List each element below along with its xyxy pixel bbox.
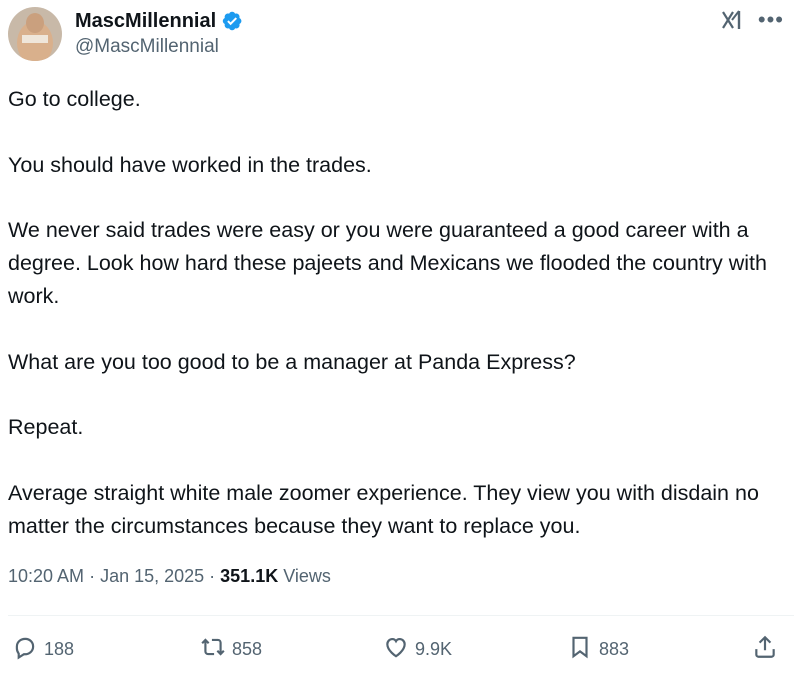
- bookmark-icon: [567, 634, 593, 665]
- meta-separator: ·: [84, 566, 101, 586]
- tweet-meta: 10:20 AM · Jan 15, 2025 · 351.1K Views: [8, 566, 331, 587]
- tweet-paragraph: Repeat.: [8, 415, 84, 439]
- avatar[interactable]: [8, 7, 62, 61]
- user-handle[interactable]: @MascMillennial: [75, 36, 243, 58]
- tweet-paragraph: Go to college.: [8, 87, 141, 111]
- action-bar: 188 858 9.9K 883: [0, 634, 802, 662]
- like-count: 9.9K: [415, 639, 453, 659]
- divider: [8, 615, 794, 616]
- grok-icon[interactable]: [720, 8, 744, 37]
- top-actions: •••: [720, 8, 784, 37]
- display-name[interactable]: MascMillennial: [75, 10, 216, 33]
- tweet-paragraph: What are you too good to be a manager at…: [8, 349, 576, 374]
- tweet-date[interactable]: Jan 15, 2025: [100, 566, 204, 587]
- tweet-paragraph: Average straight white male zoomer exper…: [8, 480, 759, 538]
- repost-button[interactable]: 858: [200, 634, 262, 665]
- tweet-paragraph: We never said trades were easy or you we…: [8, 218, 767, 308]
- meta-separator: ·: [204, 566, 221, 586]
- more-icon[interactable]: •••: [758, 8, 784, 31]
- tweet-text: Go to college. You should have worked in…: [8, 83, 788, 575]
- heart-icon: [383, 634, 409, 665]
- author-info: MascMillennial @MascMillennial: [75, 8, 243, 58]
- tweet-paragraph: You should have worked in the trades.: [8, 152, 372, 177]
- reply-button[interactable]: 188: [12, 634, 74, 665]
- bookmark-count: 883: [599, 639, 630, 659]
- repost-icon: [200, 634, 226, 665]
- views-label: Views: [283, 566, 331, 586]
- reply-count: 188: [44, 639, 75, 659]
- bookmark-button[interactable]: 883: [567, 634, 629, 665]
- tweet-time[interactable]: 10:20 AM: [8, 566, 84, 587]
- share-button[interactable]: [752, 634, 778, 665]
- share-icon: [752, 634, 778, 665]
- like-button[interactable]: 9.9K: [383, 634, 452, 665]
- views-count: 351.1K: [220, 566, 279, 586]
- verified-badge-icon[interactable]: [221, 10, 243, 32]
- reply-icon: [12, 634, 38, 665]
- repost-count: 858: [232, 639, 263, 659]
